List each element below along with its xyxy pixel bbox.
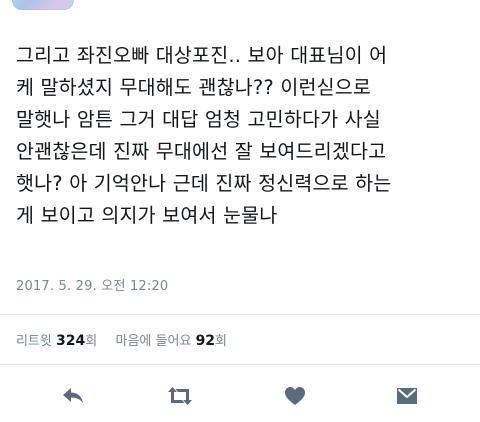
retweets-stat[interactable]: 리트윗 324회 <box>16 333 101 349</box>
like-heart-icon <box>284 386 306 406</box>
retweet-button[interactable] <box>165 382 195 410</box>
reply-button[interactable] <box>58 382 88 410</box>
reply-icon <box>61 386 85 406</box>
retweets-count: 324 <box>56 333 86 349</box>
retweets-label: 리트윗 <box>16 334 52 349</box>
avatar[interactable] <box>12 0 74 10</box>
like-button[interactable] <box>280 382 310 410</box>
likes-stat[interactable]: 마음에 들어요 92회 <box>115 333 228 349</box>
tweet-timestamp[interactable]: 2017. 5. 29. 오전 12:20 <box>16 275 168 294</box>
divider <box>0 314 480 315</box>
divider <box>0 364 480 365</box>
tweet-stats: 리트윗 324회 마음에 들어요 92회 <box>16 330 227 349</box>
retweets-unit: 회 <box>85 334 98 349</box>
likes-count: 92 <box>195 333 216 349</box>
direct-message-button[interactable] <box>392 382 422 410</box>
tweet-actions <box>0 382 480 412</box>
likes-label: 마음에 들어요 <box>115 334 192 349</box>
tweet-text: 그리고 좌진오빠 대상포진.. 보아 대표님이 어 케 말하셨지 무대해도 괜찮… <box>16 44 392 227</box>
likes-unit: 회 <box>215 334 228 349</box>
retweet-icon <box>166 386 194 406</box>
direct-message-icon <box>395 386 419 406</box>
